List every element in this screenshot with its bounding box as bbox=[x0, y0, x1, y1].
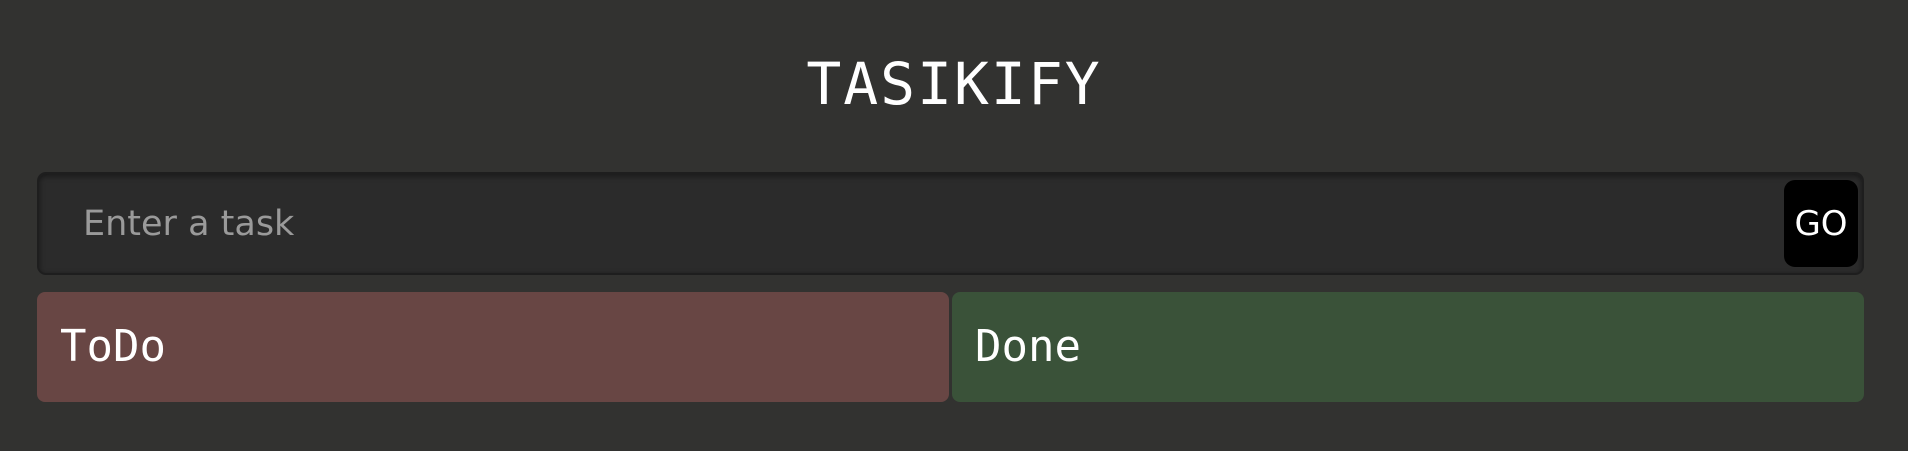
todo-column: ToDo bbox=[37, 292, 949, 402]
done-column: Done bbox=[952, 292, 1864, 402]
todo-column-heading: ToDo bbox=[60, 321, 166, 372]
task-form: GO bbox=[37, 172, 1864, 275]
app-root: TASIKIFY GO ToDo Done bbox=[0, 0, 1908, 451]
done-column-heading: Done bbox=[975, 321, 1081, 372]
go-button[interactable]: GO bbox=[1784, 180, 1858, 267]
app-title: TASIKIFY bbox=[806, 50, 1102, 118]
task-input[interactable] bbox=[39, 174, 1779, 273]
